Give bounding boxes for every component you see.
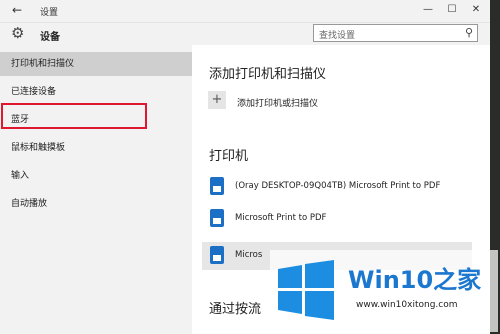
printer-label: (Oray DESKTOP-09Q04TB) Microsoft Print t… bbox=[235, 181, 441, 191]
page-title: 设备 bbox=[40, 32, 60, 43]
settings-header: ⚙ 设备 查找设置 ⚲ bbox=[0, 23, 490, 45]
gear-icon: ⚙ bbox=[11, 24, 25, 42]
watermark-logo: Win10之家 www.win10xitong.com bbox=[270, 250, 498, 332]
window-title: 设置 bbox=[40, 8, 59, 18]
search-icon[interactable]: ⚲ bbox=[465, 26, 473, 39]
maximize-button[interactable]: ☐ bbox=[442, 2, 462, 18]
watermark-url: www.win10xitong.com bbox=[356, 300, 458, 310]
printer-icon bbox=[210, 177, 224, 195]
plus-icon: + bbox=[208, 91, 226, 109]
printer-item[interactable]: (Oray DESKTOP-09Q04TB) Microsoft Print t… bbox=[202, 173, 472, 201]
minimize-button[interactable]: — bbox=[418, 2, 438, 18]
printer-icon bbox=[210, 246, 224, 264]
sidebar-item-connected-devices[interactable]: 已连接设备 bbox=[0, 80, 192, 104]
title-bar: ← 设置 — ☐ ✕ bbox=[0, 0, 490, 23]
back-arrow-icon[interactable]: ← bbox=[12, 3, 22, 17]
watermark-brand: Win10之家 bbox=[348, 266, 482, 294]
add-printer-label: 添加打印机或扫描仪 bbox=[237, 99, 319, 109]
sidebar-item-mouse-touchpad[interactable]: 鼠标和触摸板 bbox=[0, 136, 192, 160]
bluetooth-highlight-box bbox=[1, 103, 147, 129]
section-title-printers: 打印机 bbox=[209, 149, 249, 164]
sidebar-item-typing[interactable]: 输入 bbox=[0, 164, 192, 188]
printer-icon bbox=[210, 209, 224, 227]
printer-label: Micros bbox=[235, 250, 263, 260]
printer-item[interactable]: Microsoft Print to PDF bbox=[202, 205, 472, 233]
section-title-metered: 通过按流 bbox=[209, 302, 262, 317]
close-button[interactable]: ✕ bbox=[466, 2, 486, 18]
section-title-add: 添加打印机和扫描仪 bbox=[209, 67, 327, 82]
search-placeholder: 查找设置 bbox=[319, 31, 356, 41]
printer-label: Microsoft Print to PDF bbox=[235, 213, 327, 223]
windows-logo-icon bbox=[278, 260, 334, 320]
sidebar-item-printers-scanners[interactable]: 打印机和扫描仪 bbox=[0, 52, 192, 76]
sidebar-item-autoplay[interactable]: 自动播放 bbox=[0, 192, 192, 216]
search-input[interactable]: 查找设置 ⚲ bbox=[313, 24, 478, 42]
sidebar: 打印机和扫描仪 已连接设备 蓝牙 鼠标和触摸板 输入 自动播放 bbox=[0, 45, 192, 334]
